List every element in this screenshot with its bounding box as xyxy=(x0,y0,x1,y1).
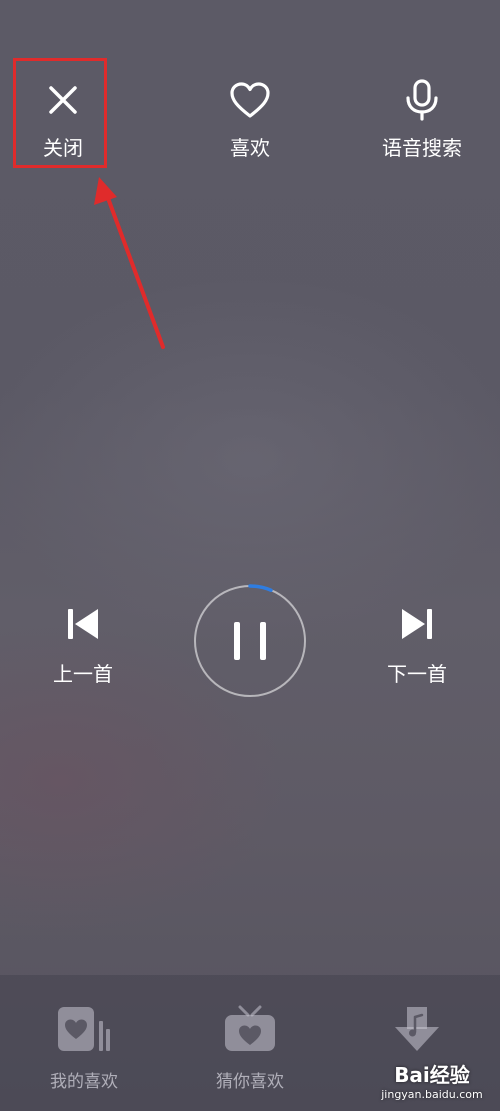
annotation-highlight-box xyxy=(13,58,107,168)
like-button[interactable]: 喜欢 xyxy=(195,78,305,168)
skip-next-icon xyxy=(399,606,435,646)
previous-track-button[interactable]: 上一首 xyxy=(43,606,123,687)
voice-search-label: 语音搜索 xyxy=(382,136,462,160)
next-track-button[interactable]: 下一首 xyxy=(377,606,457,687)
download-icon xyxy=(389,1005,445,1057)
next-track-label: 下一首 xyxy=(387,662,447,686)
voice-search-button[interactable]: 语音搜索 xyxy=(367,78,477,168)
play-pause-button[interactable] xyxy=(193,584,307,698)
bottom-nav: 我的喜欢 猜你喜欢 Bai经验 jingyan.baidu.com xyxy=(0,975,500,1111)
radio-heart-icon xyxy=(222,1005,278,1057)
heart-icon xyxy=(228,78,272,122)
nav-guess-you-like[interactable]: 猜你喜欢 xyxy=(185,1005,315,1092)
microphone-icon xyxy=(400,78,444,122)
pause-icon xyxy=(194,584,306,697)
skip-previous-icon xyxy=(65,606,101,646)
like-label: 喜欢 xyxy=(230,136,270,160)
previous-track-label: 上一首 xyxy=(53,662,113,686)
nav-my-favorites[interactable]: 我的喜欢 xyxy=(19,1005,149,1092)
nav-guess-you-like-label: 猜你喜欢 xyxy=(216,1072,284,1092)
heart-card-icon xyxy=(56,1005,112,1057)
watermark-brand: Bai经验 xyxy=(394,1063,470,1087)
nav-my-favorites-label: 我的喜欢 xyxy=(50,1072,118,1092)
nav-downloads[interactable] xyxy=(352,1005,482,1067)
watermark-url: jingyan.baidu.com xyxy=(381,1088,483,1101)
baidu-jingyan-watermark: Bai经验 jingyan.baidu.com xyxy=(372,1059,492,1101)
